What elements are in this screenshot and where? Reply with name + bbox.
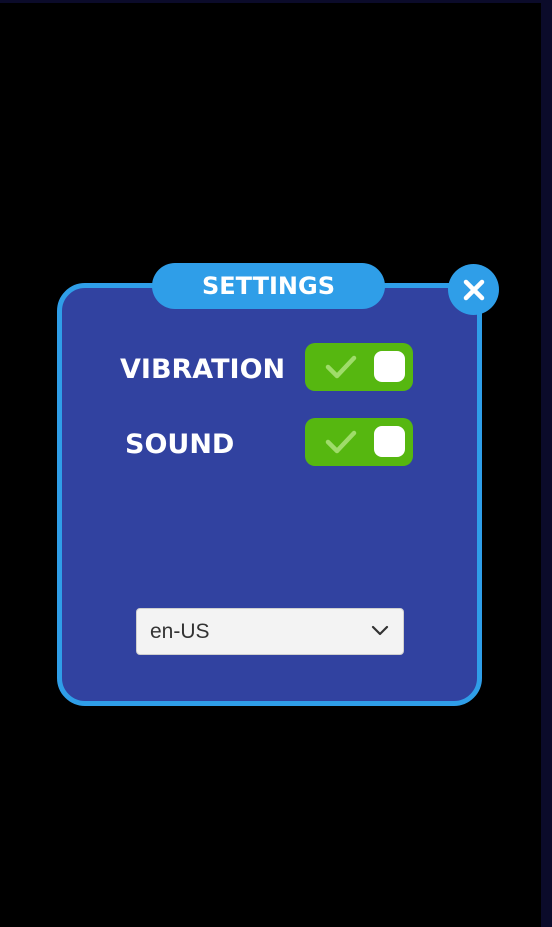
sound-toggle[interactable] (305, 418, 413, 466)
sound-label: SOUND (125, 429, 235, 460)
close-button[interactable] (448, 264, 499, 315)
close-icon (463, 279, 484, 300)
toggle-knob (374, 351, 405, 382)
top-edge (0, 0, 552, 3)
language-select-value: en-US (150, 619, 210, 643)
check-icon (325, 355, 357, 379)
vibration-label: VIBRATION (120, 354, 286, 385)
toggle-knob (374, 426, 405, 457)
vibration-toggle[interactable] (305, 343, 413, 391)
chevron-down-icon (371, 625, 389, 636)
check-icon (325, 430, 357, 454)
language-select[interactable]: en-US (136, 608, 404, 655)
right-edge (541, 0, 552, 927)
settings-title-label: SETTINGS (202, 272, 335, 300)
settings-title: SETTINGS (152, 263, 385, 309)
game-screen: SETTINGS VIBRATION SOUND en-US (0, 0, 552, 927)
